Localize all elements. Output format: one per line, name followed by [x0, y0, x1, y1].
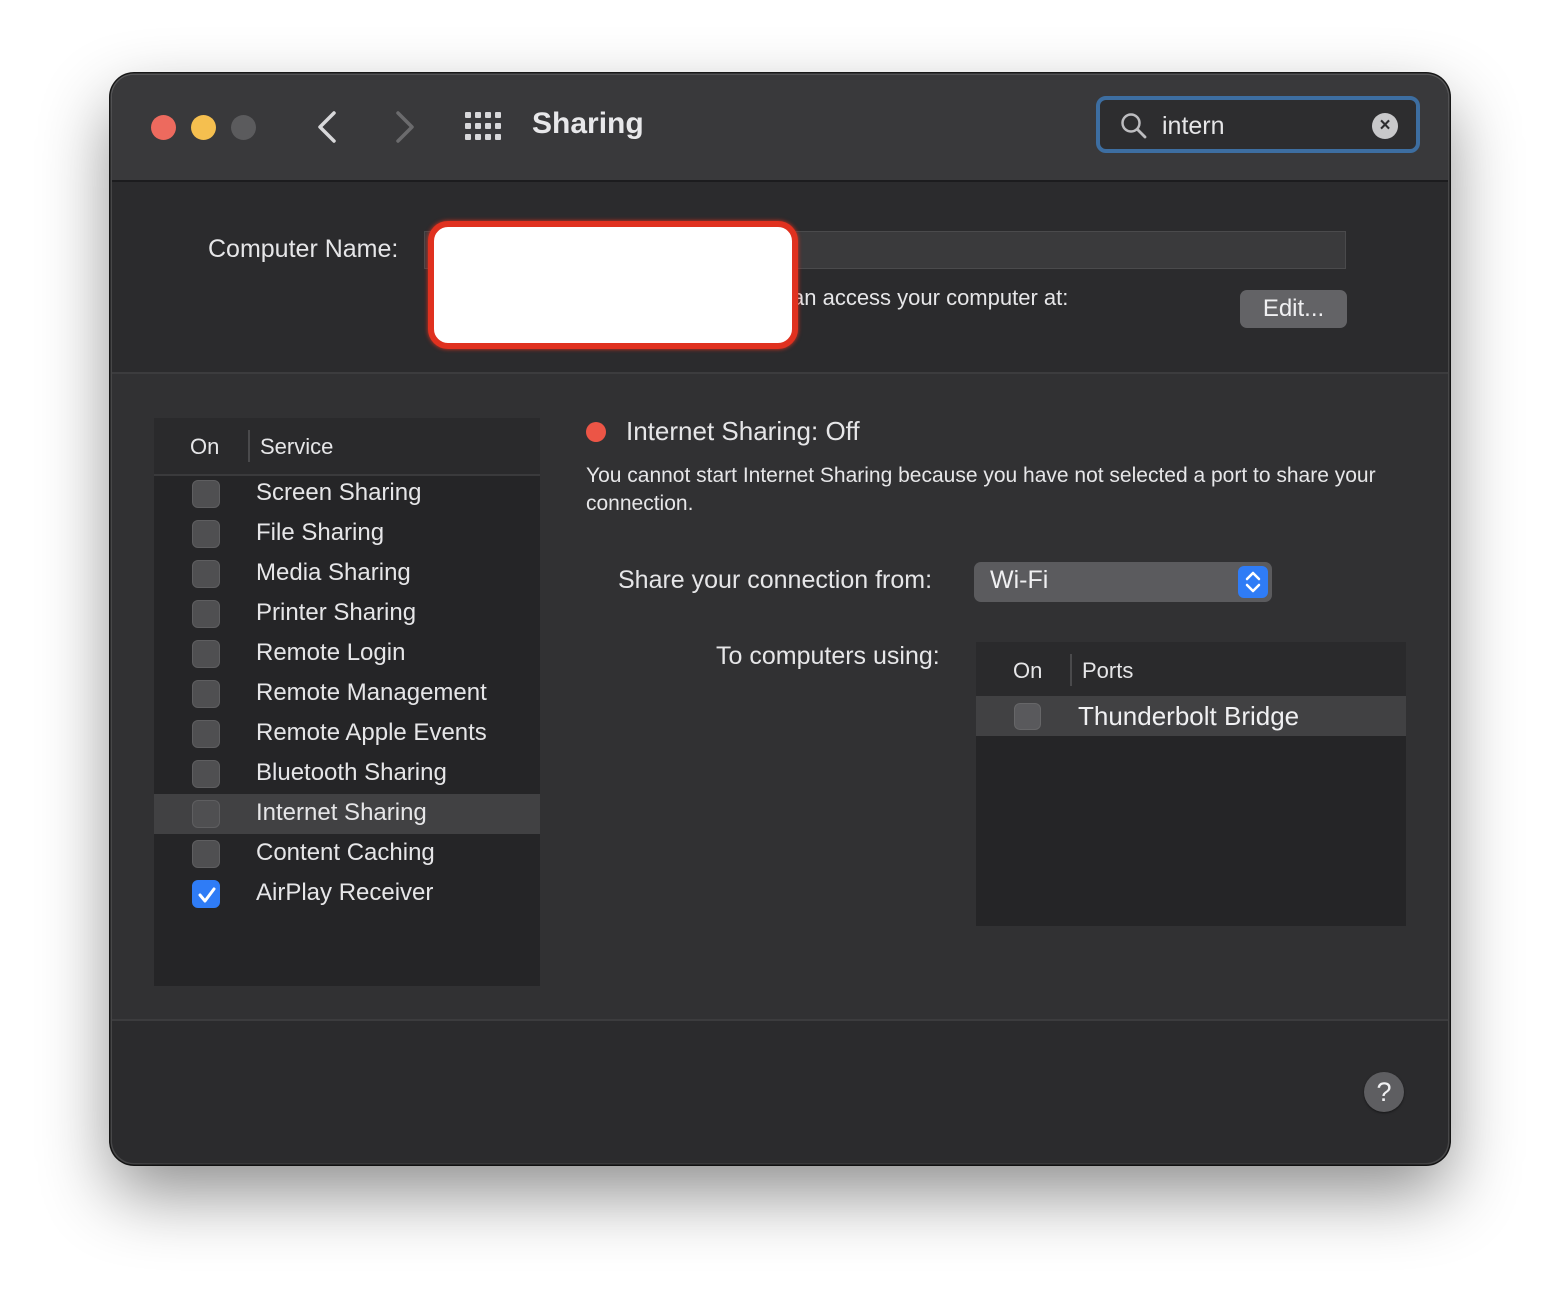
service-row[interactable]: File Sharing: [154, 514, 540, 554]
computer-name-label: Computer Name:: [208, 235, 399, 263]
service-label: Remote Login: [256, 639, 406, 666]
service-row[interactable]: AirPlay Receiver: [154, 874, 540, 914]
window-title: Sharing: [532, 107, 644, 140]
minimize-window-button[interactable]: [191, 115, 216, 140]
service-checkbox[interactable]: [192, 800, 220, 828]
service-checkbox[interactable]: [192, 480, 220, 508]
service-checkbox[interactable]: [192, 640, 220, 668]
column-header-service[interactable]: Service: [260, 434, 333, 460]
checkmark-icon: [198, 887, 216, 903]
service-checkbox[interactable]: [192, 520, 220, 548]
chevron-right-icon: [396, 111, 414, 143]
service-label: Internet Sharing: [256, 799, 427, 826]
status-indicator: [586, 422, 606, 442]
port-row[interactable]: Thunderbolt Bridge: [976, 696, 1406, 736]
column-divider: [1070, 654, 1072, 686]
service-row[interactable]: Internet Sharing: [154, 794, 540, 834]
service-label: Remote Management: [256, 679, 487, 706]
column-header-on[interactable]: On: [190, 434, 219, 460]
service-row[interactable]: Bluetooth Sharing: [154, 754, 540, 794]
computer-access-text: an access your computer at:: [792, 285, 1069, 310]
column-divider: [248, 430, 250, 462]
service-label: Content Caching: [256, 839, 435, 866]
ports-list[interactable]: On Ports Thunderbolt Bridge: [976, 642, 1406, 926]
service-checkbox[interactable]: [192, 880, 220, 908]
service-checkbox[interactable]: [192, 680, 220, 708]
service-checkbox[interactable]: [192, 760, 220, 788]
ports-list-header: On Ports: [976, 642, 1406, 696]
share-from-value: Wi-Fi: [990, 566, 1049, 594]
service-row[interactable]: Media Sharing: [154, 554, 540, 594]
sharing-panel: On Service Screen Sharing File Sharing Med…: [112, 372, 1448, 1021]
share-to-label: To computers using:: [716, 642, 940, 670]
grid-icon: [465, 112, 501, 140]
column-header-on[interactable]: On: [1013, 658, 1042, 684]
port-checkbox[interactable]: [1014, 703, 1041, 730]
service-row[interactable]: Screen Sharing: [154, 474, 540, 514]
share-from-label: Share your connection from:: [618, 566, 933, 594]
service-label: Bluetooth Sharing: [256, 759, 447, 786]
sharing-window: Sharing intern × Computer Name: an acces…: [112, 75, 1448, 1163]
service-label: Remote Apple Events: [256, 719, 487, 746]
toolbar: Sharing intern ×: [112, 75, 1448, 182]
search-icon: [1121, 113, 1147, 139]
back-button[interactable]: [308, 105, 348, 149]
service-row[interactable]: Remote Management: [154, 674, 540, 714]
status-text: Internet Sharing: Off: [626, 416, 860, 446]
edit-button[interactable]: Edit...: [1240, 290, 1347, 328]
service-label: Screen Sharing: [256, 479, 422, 506]
service-row[interactable]: Content Caching: [154, 834, 540, 874]
service-checkbox[interactable]: [192, 560, 220, 588]
zoom-window-button[interactable]: [231, 115, 256, 140]
service-list-header: On Service: [154, 418, 540, 476]
chevron-left-icon: [318, 111, 336, 143]
forward-button[interactable]: [384, 105, 424, 149]
redaction-overlay: [428, 221, 798, 349]
column-header-ports[interactable]: Ports: [1082, 658, 1133, 684]
status-description: You cannot start Internet Sharing becaus…: [586, 464, 1376, 515]
help-button[interactable]: ?: [1364, 1072, 1404, 1112]
service-checkbox[interactable]: [192, 840, 220, 868]
service-label: AirPlay Receiver: [256, 879, 434, 906]
show-all-grid-button[interactable]: [464, 111, 502, 141]
share-from-popup[interactable]: Wi-Fi: [974, 562, 1272, 602]
port-label: Thunderbolt Bridge: [1078, 701, 1300, 731]
service-row[interactable]: Printer Sharing: [154, 594, 540, 634]
service-checkbox[interactable]: [192, 720, 220, 748]
clear-search-icon[interactable]: ×: [1372, 113, 1398, 139]
service-label: File Sharing: [256, 519, 385, 546]
close-window-button[interactable]: [151, 115, 176, 140]
service-list[interactable]: On Service Screen Sharing File Sharing Med…: [154, 418, 540, 986]
search-input[interactable]: intern: [1162, 112, 1225, 141]
service-checkbox[interactable]: [192, 600, 220, 628]
service-label: Media Sharing: [256, 559, 411, 586]
service-row[interactable]: Remote Login: [154, 634, 540, 674]
service-row[interactable]: Remote Apple Events: [154, 714, 540, 754]
search-field[interactable]: intern ×: [1096, 96, 1420, 153]
popup-arrows-icon: [1238, 566, 1268, 598]
service-label: Printer Sharing: [256, 599, 417, 626]
